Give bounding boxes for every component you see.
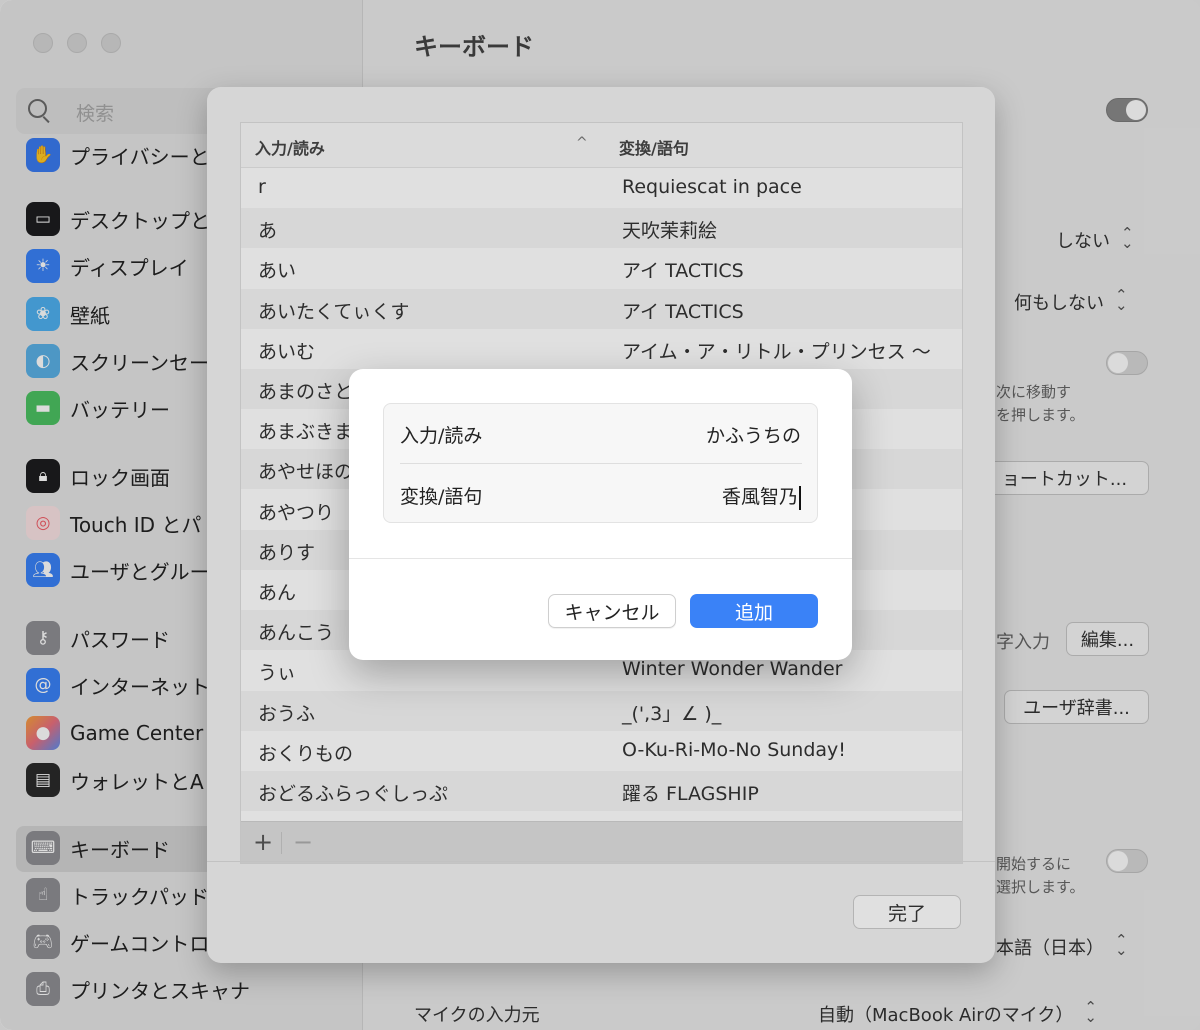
dialog-divider — [349, 558, 852, 559]
reading-row[interactable]: 入力/読み かふうちの — [384, 404, 817, 464]
phrase-input-text: 香風智乃 — [721, 486, 798, 508]
phrase-input[interactable]: 香風智乃 — [722, 482, 801, 510]
system-settings-window: 検索 ✋ プライバシーと ▭ デスクトップと ☀ ディスプレイ ❀ 壁紙 ◐ ス… — [0, 0, 1200, 1030]
add-button[interactable]: 追加 — [690, 594, 818, 628]
reading-label: 入力/読み — [400, 425, 483, 447]
phrase-row[interactable]: 変換/語句 香風智乃 — [384, 465, 817, 525]
cancel-button[interactable]: キャンセル — [548, 594, 676, 628]
text-cursor — [799, 485, 801, 510]
entry-form: 入力/読み かふうちの 変換/語句 香風智乃 — [383, 403, 818, 523]
phrase-label: 変換/語句 — [400, 486, 483, 508]
add-entry-dialog: 入力/読み かふうちの 変換/語句 香風智乃 キャンセル 追加 — [349, 369, 852, 660]
form-separator — [400, 463, 802, 464]
reading-input[interactable]: かふうちの — [706, 421, 801, 448]
